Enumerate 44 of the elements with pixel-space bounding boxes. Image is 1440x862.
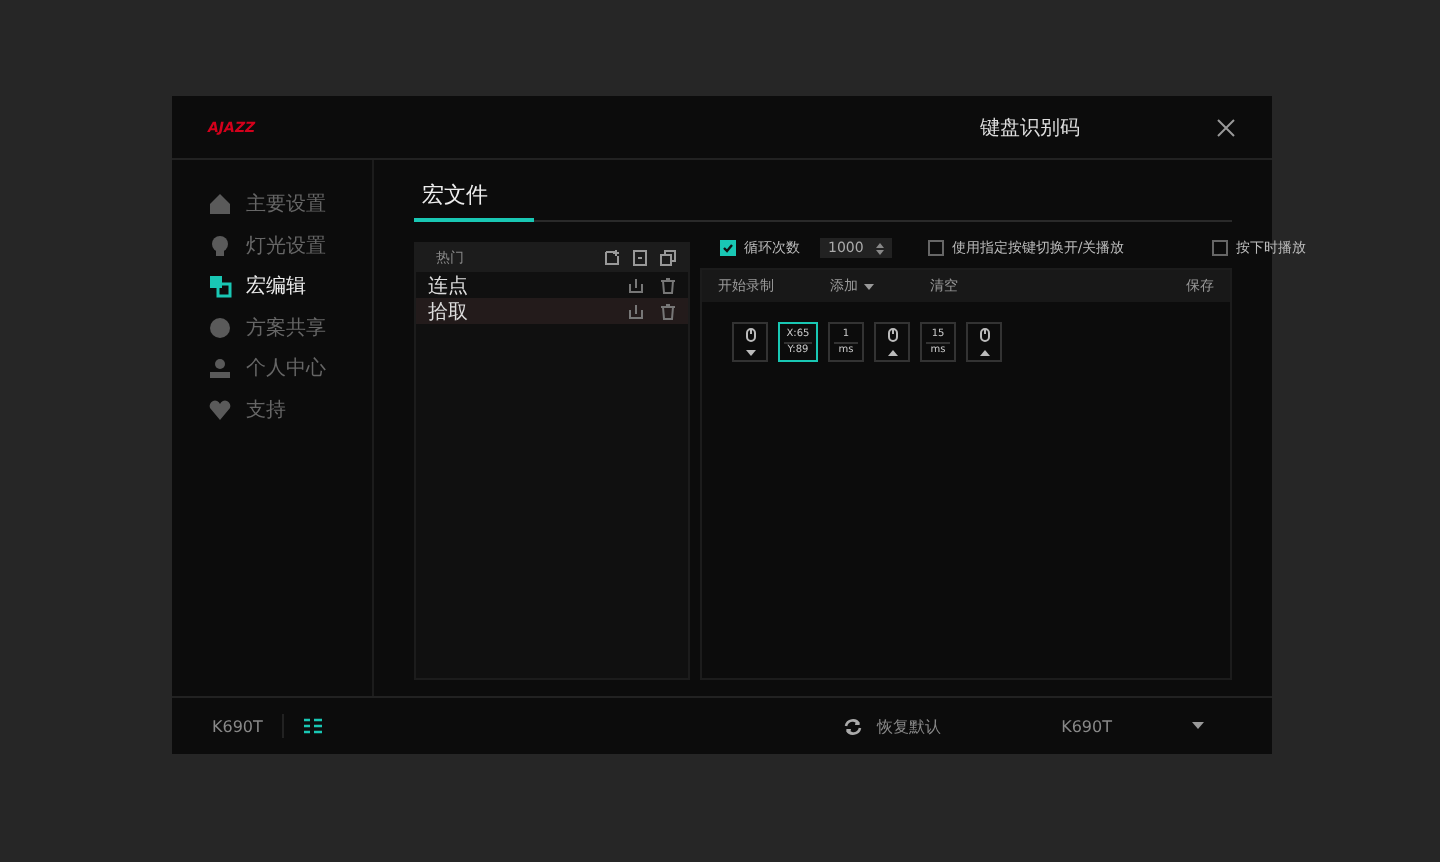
caret-icon: [1192, 722, 1204, 730]
mouse-icon: [745, 328, 755, 342]
mouse-step[interactable]: [874, 322, 910, 362]
sidebar-item[interactable]: 灯光设置: [172, 225, 372, 266]
sidebar-item[interactable]: 宏编辑: [172, 266, 372, 307]
stepper-icon[interactable]: [875, 241, 884, 255]
bulb-icon: [208, 233, 232, 258]
home-icon: [208, 192, 232, 217]
export-icon[interactable]: [628, 277, 644, 293]
reset-button[interactable]: 恢复默认: [877, 715, 942, 737]
checkbox[interactable]: [927, 240, 944, 256]
mouse-step[interactable]: [966, 322, 1002, 362]
checkbox[interactable]: [720, 240, 736, 256]
macro-name: 拾取: [428, 299, 470, 325]
copy-icon[interactable]: [660, 250, 676, 266]
checkbox[interactable]: [1212, 240, 1229, 256]
mouse-icon: [887, 328, 897, 342]
person-icon: [208, 356, 232, 381]
close-icon[interactable]: [1216, 117, 1236, 137]
mouse-step[interactable]: [732, 322, 768, 362]
device-name: K690T: [212, 717, 263, 735]
heart-icon: [208, 397, 232, 422]
macro-item[interactable]: 拾取: [416, 298, 688, 324]
refresh-icon[interactable]: [843, 717, 862, 735]
save-file-icon[interactable]: [632, 250, 648, 266]
list-icon[interactable]: [304, 718, 323, 734]
down-triangle-icon: [745, 350, 755, 356]
macro-item[interactable]: 连点: [416, 272, 688, 298]
sidebar-item[interactable]: 主要设置: [172, 184, 372, 225]
macro-name: 连点: [428, 273, 470, 299]
sidebar-item[interactable]: 个人中心: [172, 348, 372, 389]
mouse-icon: [979, 328, 989, 342]
sidebar-item[interactable]: 方案共享: [172, 307, 372, 348]
trash-icon[interactable]: [660, 277, 676, 293]
window-title: 键盘识别码: [980, 115, 1080, 141]
export-icon[interactable]: [628, 303, 644, 319]
sidebar-item[interactable]: 支持: [172, 389, 372, 430]
trash-icon[interactable]: [660, 303, 676, 319]
tab[interactable]: 宏文件: [414, 180, 534, 222]
profile-dropdown[interactable]: K690T: [1061, 717, 1204, 735]
up-triangle-icon: [887, 350, 897, 356]
new-file-icon[interactable]: [604, 250, 620, 266]
up-triangle-icon: [979, 350, 989, 356]
caret-icon: [864, 283, 874, 289]
